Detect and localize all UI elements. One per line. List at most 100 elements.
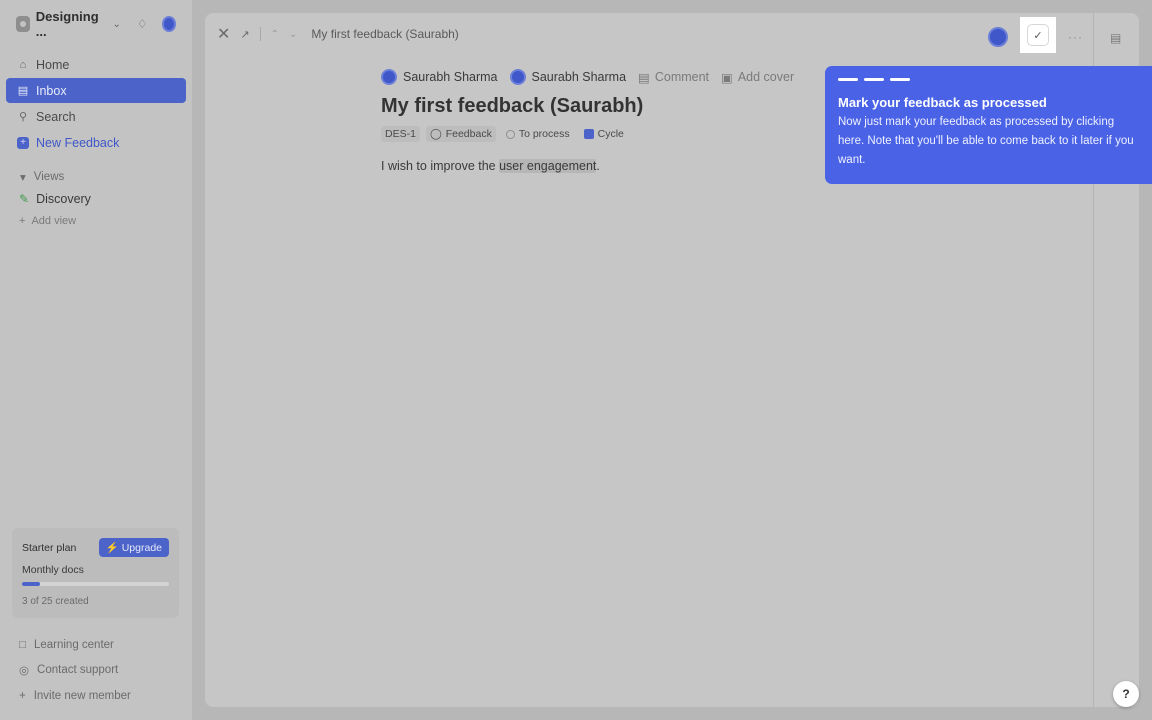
inbox-icon: ▤ <box>17 85 29 97</box>
doc-tags: DES-1 ◯ Feedback To process Cycle <box>381 126 841 142</box>
mark-processed-button[interactable]: ✓ <box>1027 24 1049 46</box>
more-options-icon[interactable]: ··· <box>1068 30 1083 44</box>
home-icon: ⌂ <box>19 58 27 71</box>
add-view-label: Add view <box>31 215 77 227</box>
workspace-switcher[interactable]: Designing ... ⌄ ♢ <box>6 9 186 39</box>
learning-center-link[interactable]: □ Learning center <box>6 632 186 658</box>
sidebar-footer: □ Learning center ◎ Contact support + In… <box>6 632 186 709</box>
footer-label: Contact support <box>37 664 119 677</box>
sidebar-item-discovery[interactable]: ✎ Discovery <box>6 187 186 211</box>
sidebar-item-label: Search <box>36 109 76 124</box>
type-label: Feedback <box>445 128 492 140</box>
status-circle-icon <box>505 129 515 139</box>
comments-icon[interactable]: ▤ <box>1110 31 1121 45</box>
assignee-avatar[interactable] <box>988 27 1008 47</box>
contact-support-link[interactable]: ◎ Contact support <box>6 658 186 684</box>
step-indicator <box>838 78 858 81</box>
docs-progress-bar <box>22 582 169 586</box>
doc-body[interactable]: I wish to improve the user engagement. <box>381 159 841 173</box>
divider <box>259 27 261 41</box>
chevron-down-icon[interactable]: ⌄ <box>112 19 120 30</box>
status-tag[interactable]: To process <box>502 126 574 142</box>
speech-bubble-icon: ◯ <box>429 128 442 140</box>
user-avatar[interactable] <box>161 16 176 32</box>
expand-icon[interactable]: ↗ <box>240 28 249 41</box>
step-indicator <box>890 78 910 81</box>
assignee-name: Saurabh Sharma <box>531 70 627 84</box>
upgrade-button[interactable]: ⚡ Upgrade <box>98 538 169 557</box>
type-tag[interactable]: ◯ Feedback <box>425 126 496 142</box>
sidebar: Designing ... ⌄ ♢ ⌂ Home ▤ Inbox ⚲ Searc… <box>0 0 192 720</box>
plus-icon: + <box>19 215 26 227</box>
search-icon: ⚲ <box>18 111 28 123</box>
plan-metric-label: Monthly docs <box>22 564 84 576</box>
doc-meta-row: Saurabh Sharma Saurabh Sharma ▤ Comment … <box>381 69 841 85</box>
spotlight-highlight: ✓ <box>1020 17 1056 53</box>
check-icon: ✓ <box>1033 29 1043 42</box>
step-indicator <box>864 78 884 81</box>
add-cover-button[interactable]: ▣ Add cover <box>721 70 794 85</box>
body-text-before: I wish to improve the <box>381 159 500 173</box>
close-icon[interactable]: ✕ <box>217 24 230 44</box>
sidebar-item-label: New Feedback <box>36 135 120 150</box>
cycle-icon <box>583 129 594 139</box>
upgrade-label: Upgrade <box>121 542 162 554</box>
sidebar-item-inbox[interactable]: ▤ Inbox <box>6 78 186 103</box>
views-heading: Views <box>33 171 65 183</box>
cycle-label: Cycle <box>597 128 624 140</box>
pencil-icon: ✎ <box>19 192 30 206</box>
sidebar-item-search[interactable]: ⚲ Search <box>6 104 186 129</box>
workspace-logo-icon <box>16 16 30 32</box>
lightning-icon: ⚡ <box>105 542 119 554</box>
book-icon: □ <box>19 638 26 651</box>
status-label: To process <box>518 128 570 140</box>
doc-id-tag: DES-1 <box>381 126 420 142</box>
doc-id: DES-1 <box>385 128 416 140</box>
comment-icon: ▤ <box>638 70 650 85</box>
panel-actions: ✓ ··· <box>988 17 1083 53</box>
assignee-avatar-icon <box>509 69 526 85</box>
image-icon: ▣ <box>721 70 733 85</box>
body-highlight: user engagement <box>499 159 597 173</box>
plus-icon: + <box>19 689 26 702</box>
caret-down-icon: ▾ <box>20 172 26 184</box>
tooltip-body: Now just mark your feedback as processed… <box>838 116 1134 166</box>
body-text-after: . <box>596 159 600 173</box>
plus-icon: + <box>17 136 29 149</box>
feedback-document: Saurabh Sharma Saurabh Sharma ▤ Comment … <box>381 69 841 173</box>
progress-fill <box>22 582 40 586</box>
breadcrumb: My first feedback (Saurabh) <box>311 27 459 41</box>
help-button[interactable]: ? <box>1113 681 1139 707</box>
comment-label: Comment <box>654 70 710 84</box>
plan-title: Starter plan <box>22 541 77 554</box>
cycle-tag[interactable]: Cycle <box>580 126 628 142</box>
onboarding-tooltip: Mark your feedback as processed Now just… <box>825 66 1152 184</box>
invite-member-link[interactable]: + Invite new member <box>6 683 186 709</box>
footer-label: Invite new member <box>33 689 131 702</box>
workspace-name: Designing ... <box>35 9 99 39</box>
chevron-down-icon[interactable]: ⌄ <box>289 29 297 40</box>
add-view-button[interactable]: + Add view <box>6 211 186 231</box>
bell-icon[interactable]: ♢ <box>137 17 148 31</box>
author-name: Saurabh Sharma <box>403 70 498 84</box>
sidebar-item-home[interactable]: ⌂ Home <box>6 52 186 77</box>
sidebar-item-new-feedback[interactable]: + New Feedback <box>6 130 186 155</box>
sidebar-item-label: Inbox <box>36 83 67 98</box>
sidebar-item-label: Discovery <box>36 192 91 206</box>
comment-button[interactable]: ▤ Comment <box>638 70 709 85</box>
plan-card: Starter plan ⚡ Upgrade Monthly docs 3 of… <box>12 528 179 618</box>
footer-label: Learning center <box>33 638 114 651</box>
sidebar-item-label: Home <box>36 57 70 72</box>
author-avatar <box>381 69 397 85</box>
support-icon: ◎ <box>19 665 30 678</box>
views-section-toggle[interactable]: ▾ Views <box>6 167 186 187</box>
assignee[interactable]: Saurabh Sharma <box>509 69 627 85</box>
tooltip-title: Mark your feedback as processed <box>838 95 1047 110</box>
doc-title[interactable]: My first feedback (Saurabh) <box>381 95 841 118</box>
chevron-up-icon[interactable]: ⌃ <box>271 29 279 40</box>
sidebar-nav: ⌂ Home ▤ Inbox ⚲ Search + New Feedback <box>6 52 186 155</box>
author[interactable]: Saurabh Sharma <box>381 69 498 85</box>
add-cover-label: Add cover <box>737 70 795 84</box>
tooltip-steps <box>838 78 1139 81</box>
plan-count: 3 of 25 created <box>22 596 89 607</box>
